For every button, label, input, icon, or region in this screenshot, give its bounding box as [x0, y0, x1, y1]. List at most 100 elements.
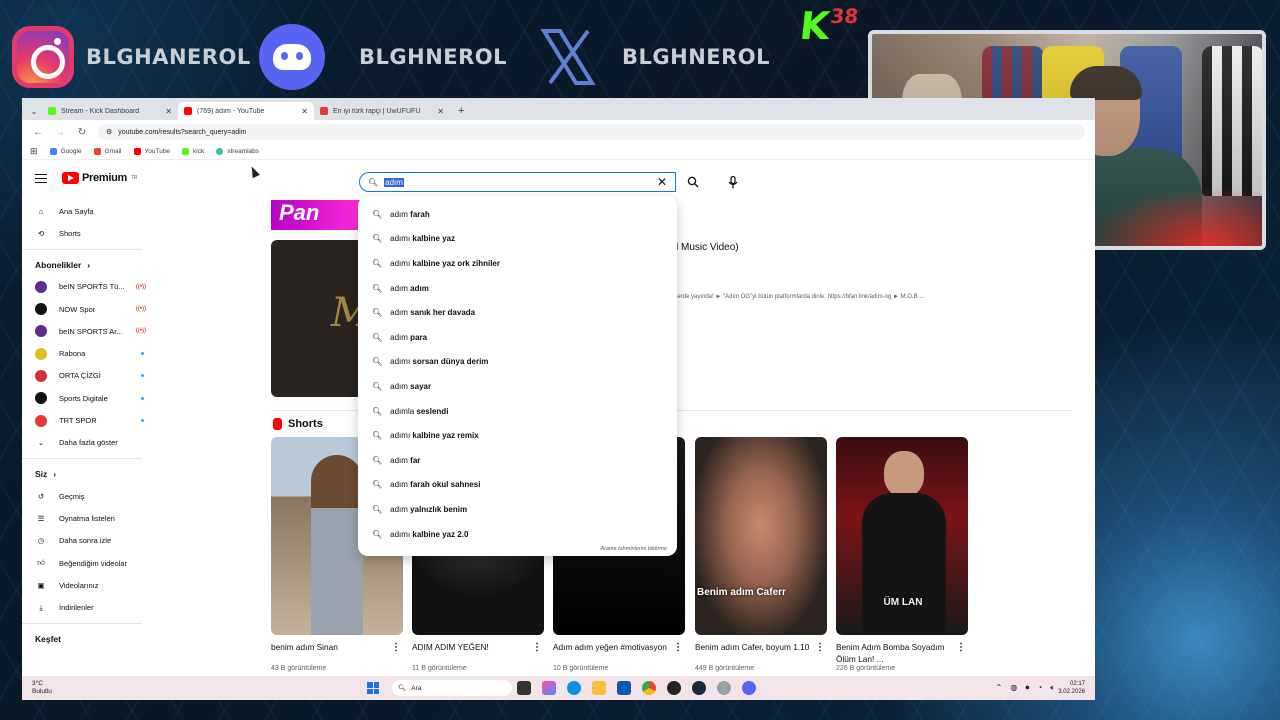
more-options-icon[interactable]: ⋮: [391, 642, 401, 653]
sidebar-item-subscription[interactable]: TRT SPOR: [22, 409, 152, 431]
sidebar-item-subscription[interactable]: beIN SPORTS Tü... ((•)): [22, 276, 152, 298]
more-options-icon[interactable]: ⋮: [815, 642, 825, 653]
close-icon[interactable]: ✕: [437, 107, 444, 116]
wifi-icon[interactable]: ◔: [1037, 683, 1042, 693]
live-icon: ((•)): [135, 328, 146, 335]
more-options-icon[interactable]: ⋮: [956, 642, 966, 653]
start-button[interactable]: [367, 682, 379, 694]
more-options-icon[interactable]: ⋮: [532, 642, 542, 653]
tab-youtube[interactable]: (769) adım - YouTube ✕: [178, 102, 314, 120]
file-explorer-icon[interactable]: [592, 681, 606, 695]
sidebar-item-subscription[interactable]: beIN SPORTS Ar... ((•)): [22, 320, 152, 342]
sidebar-item-home[interactable]: ⌂ Ana Sayfa: [22, 200, 152, 222]
search-suggestion[interactable]: 🔍︎ adımı kalbine yaz remix: [358, 423, 677, 448]
sidebar-item-watch-later[interactable]: ◷ Daha sonra izle: [22, 530, 152, 552]
tab-search-icon[interactable]: ⌄: [26, 102, 42, 120]
channel-avatar: [35, 347, 47, 360]
clear-search-icon[interactable]: ✕: [657, 175, 667, 189]
forward-icon[interactable]: →: [54, 127, 66, 138]
short-item[interactable]: Benim adım Caferr Benim adım Cafer, boyu…: [695, 437, 827, 672]
weather-widget[interactable]: 3°C Bulutlu: [32, 680, 52, 696]
short-title[interactable]: Benim Adım Bomba Soyadım Ölüm Lan! ...: [836, 641, 968, 665]
new-tab-button[interactable]: +: [450, 102, 472, 120]
search-suggestion[interactable]: 🔍︎ adımı sorsan dünya derim: [358, 350, 677, 375]
search-suggestion[interactable]: 🔍︎ adım sayar: [358, 374, 677, 399]
search-suggestion[interactable]: 🔍︎ adım para: [358, 325, 677, 350]
search-suggestion[interactable]: 🔍︎ adım farah okul sahnesi: [358, 473, 677, 498]
bookmark-kick[interactable]: kick: [182, 148, 204, 155]
video-thumbnail[interactable]: M: [271, 240, 372, 397]
show-more-button[interactable]: ⌄ Daha fazla göster: [22, 432, 152, 454]
network-icon[interactable]: ◍: [1010, 683, 1017, 693]
sidebar-item-downloads[interactable]: ⤓ İndirilenler: [22, 596, 152, 618]
store-icon[interactable]: [617, 681, 631, 695]
live-icon: ((•)): [135, 283, 146, 290]
instagram-icon: [12, 26, 74, 88]
subscriptions-header[interactable]: Abonelikler ›: [22, 254, 152, 276]
short-thumbnail[interactable]: ÜM LAN: [836, 437, 968, 635]
reload-icon[interactable]: ↻: [76, 127, 88, 138]
search-suggestion[interactable]: 🔍︎ adımı kalbine yaz 2.0: [358, 522, 677, 547]
address-bar: ← → ↻ ⚙ youtube.com/results?search_query…: [22, 120, 1095, 144]
video-banner-thumbnail[interactable]: Pan: [271, 200, 361, 230]
sidebar-item-playlists[interactable]: ☰ Oynatma listeleri: [22, 507, 152, 529]
video-title[interactable]: l Music Video): [676, 242, 739, 253]
task-view-icon[interactable]: [517, 681, 531, 695]
short-title[interactable]: ADIM ADIM YEĞEN!: [412, 641, 544, 665]
taskbar-search[interactable]: 🔍︎ Ara: [392, 680, 512, 696]
you-header[interactable]: Siz ›: [22, 463, 152, 485]
sidebar-item-subscription[interactable]: Sports Digitale: [22, 387, 152, 409]
close-icon[interactable]: ✕: [165, 107, 172, 116]
search-suggestion[interactable]: 🔍︎ adımı kalbine yaz ork zihniler: [358, 251, 677, 276]
sidebar-item-your-videos[interactable]: ▣ Videolarınız: [22, 574, 152, 596]
short-item[interactable]: ÜM LAN Benim Adım Bomba Soyadım Ölüm Lan…: [836, 437, 968, 672]
tab-uwufufu[interactable]: En iyi türk rapçi | UwUFUFU ✕: [314, 102, 450, 120]
url-input[interactable]: ⚙ youtube.com/results?search_query=adim: [98, 124, 1085, 140]
short-title[interactable]: Adım adım yeğen #motivasyon: [553, 641, 685, 665]
search-suggestion[interactable]: 🔍︎ adım farah: [358, 202, 677, 227]
tab-kick-dashboard[interactable]: Stream - Kick Dashboard ✕: [42, 102, 178, 120]
report-predictions-link[interactable]: Arama tahminlerini bildirme: [600, 546, 667, 552]
search-input[interactable]: 🔍︎ adım ✕: [359, 172, 676, 192]
short-title[interactable]: Benim adım Cafer, boyum 1.10: [695, 641, 827, 665]
search-suggestion[interactable]: 🔍︎ adım yalnızlık benim: [358, 497, 677, 522]
voice-search-button[interactable]: [722, 171, 744, 193]
copilot-icon[interactable]: [542, 681, 556, 695]
sidebar-item-subscription[interactable]: Rabona: [22, 342, 152, 364]
steam-icon[interactable]: [692, 681, 706, 695]
search-button[interactable]: [682, 172, 704, 192]
search-suggestion[interactable]: 🔍︎ adımla seslendi: [358, 399, 677, 424]
taskbar-clock[interactable]: 02:17 3.02.2026: [1058, 680, 1085, 696]
bookmark-youtube[interactable]: YouTube: [133, 148, 170, 155]
menu-icon[interactable]: [35, 174, 47, 183]
close-icon[interactable]: ✕: [301, 107, 308, 116]
site-info-icon[interactable]: ⚙: [106, 128, 112, 136]
edge-icon[interactable]: [567, 681, 581, 695]
chevron-up-icon[interactable]: ⌃: [996, 683, 1003, 693]
chrome-icon[interactable]: [642, 681, 656, 695]
search-suggestion[interactable]: 🔍︎ adım adım: [358, 276, 677, 301]
obs-icon[interactable]: [667, 681, 681, 695]
volume-icon[interactable]: 🔈︎: [1050, 683, 1055, 693]
search-suggestion[interactable]: 🔍︎ adım far: [358, 448, 677, 473]
bookmark-streamlabs[interactable]: streamlabs: [216, 148, 259, 155]
sidebar-item-shorts[interactable]: ⟲ Shorts: [22, 222, 152, 244]
sidebar-item-subscription[interactable]: NOW Spor ((•)): [22, 298, 152, 320]
windows-taskbar: 3°C Bulutlu 🔍︎ Ara ⌃ ◍ ⏺ ◔ 🔈︎ 02:17 3.02…: [22, 676, 1095, 700]
bookmark-gmail[interactable]: Gmail: [93, 148, 122, 155]
search-suggestion[interactable]: 🔍︎ adımı kalbine yaz: [358, 227, 677, 252]
bookmark-google[interactable]: Google: [49, 148, 82, 155]
settings-icon[interactable]: [717, 681, 731, 695]
discord-icon[interactable]: [742, 681, 756, 695]
sidebar-item-history[interactable]: ↺ Geçmiş: [22, 485, 152, 507]
apps-grid-icon[interactable]: ⊞: [30, 146, 38, 157]
sidebar-item-liked[interactable]: 👍︎ Beğendiğim videolar: [22, 552, 152, 574]
microphone-icon[interactable]: ⏺: [1025, 683, 1029, 693]
more-options-icon[interactable]: ⋮: [673, 642, 683, 653]
sidebar-item-subscription[interactable]: ORTA ÇİZGİ: [22, 365, 152, 387]
back-icon[interactable]: ←: [32, 127, 44, 138]
short-thumbnail[interactable]: Benim adım Caferr: [695, 437, 827, 635]
search-suggestion[interactable]: 🔍︎ adım sanık her davada: [358, 300, 677, 325]
youtube-premium-logo[interactable]: Premium TR: [62, 172, 137, 184]
short-title[interactable]: benim adım Sinan: [271, 641, 403, 665]
